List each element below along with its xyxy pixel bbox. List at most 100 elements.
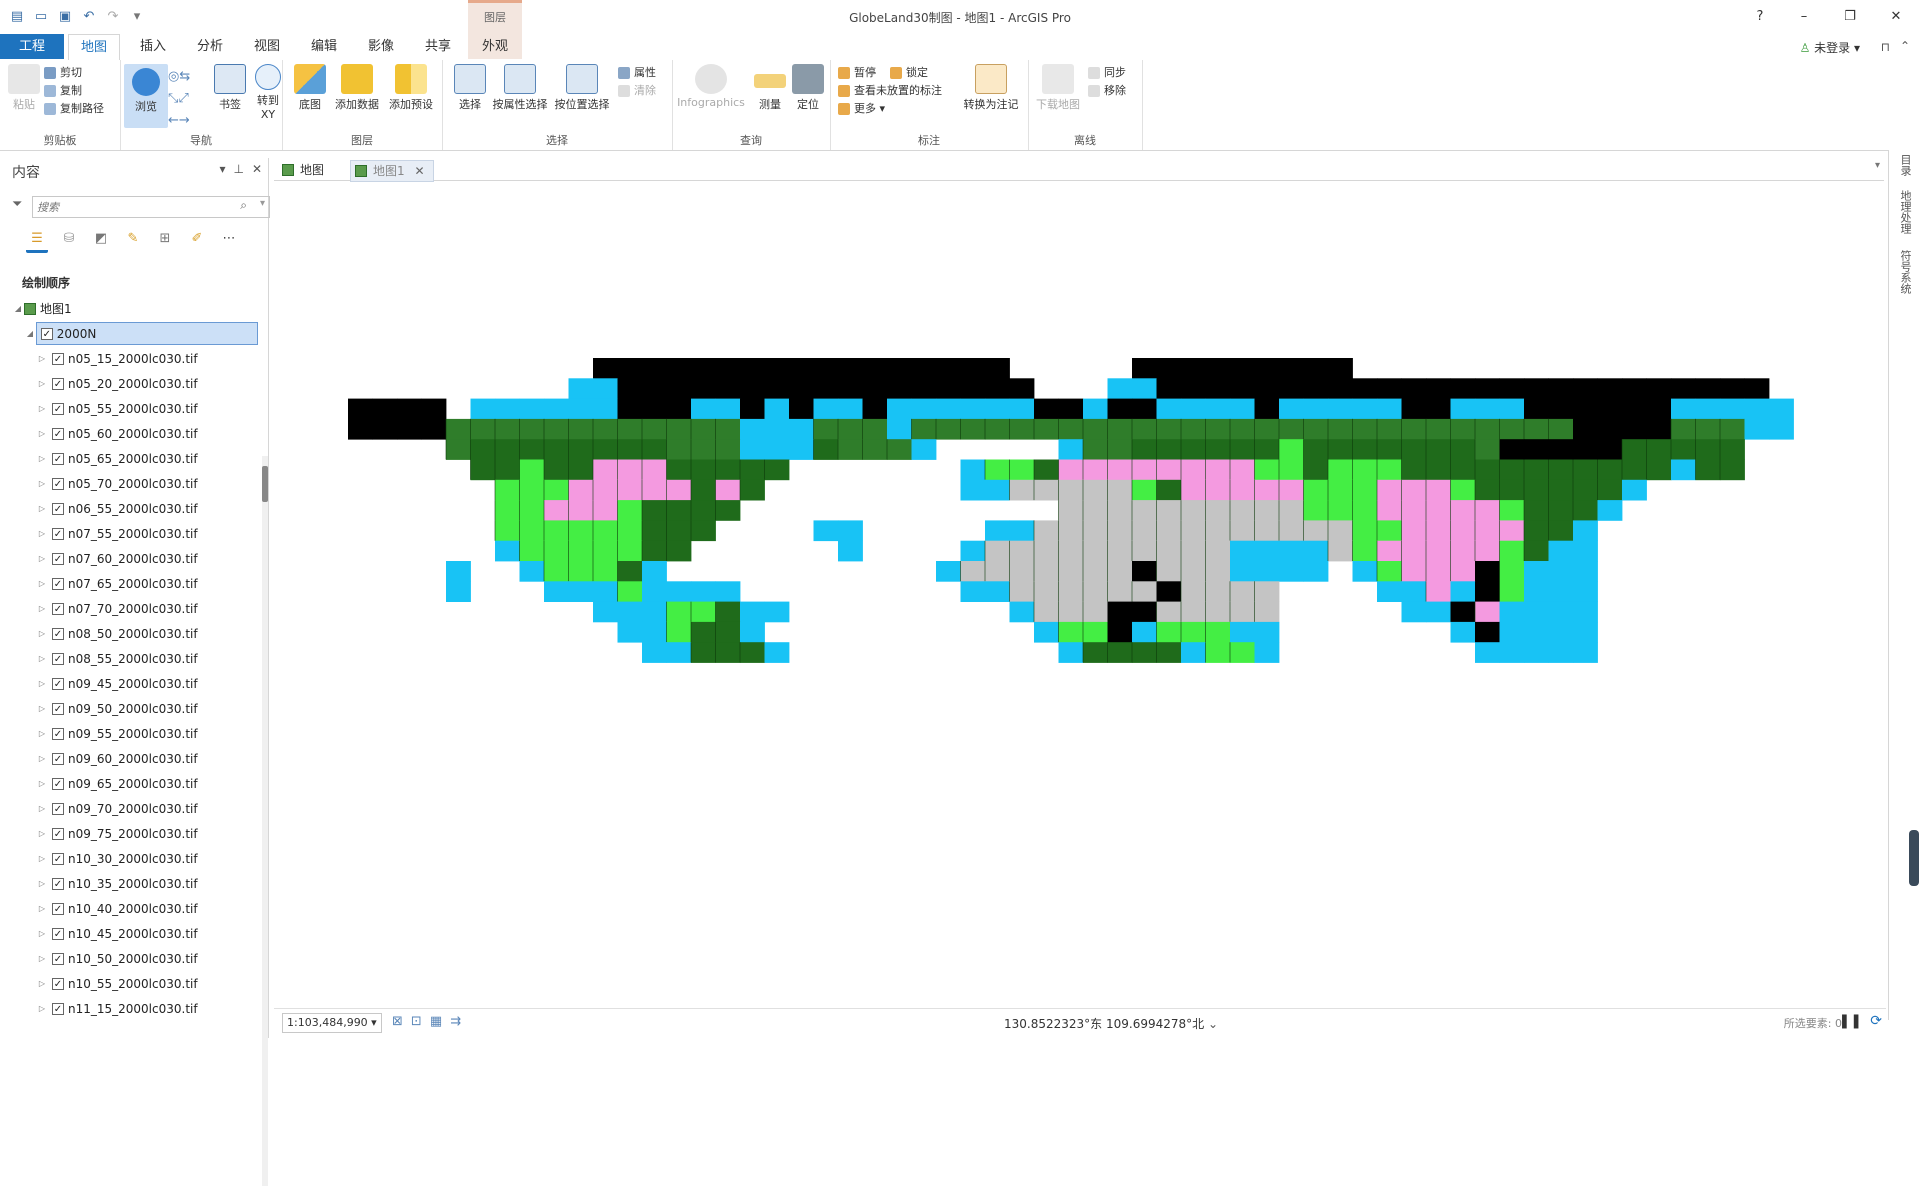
labeling-view-icon[interactable]: ✐ [186,228,208,250]
checkbox[interactable]: ✓ [52,877,64,890]
locate-button[interactable]: 定位 [786,64,830,112]
tab-analysis[interactable]: 分析 [185,34,235,59]
select-by-location-button[interactable]: 按位置选择 [552,64,612,112]
checkbox[interactable]: ✓ [52,677,64,690]
expand-icon[interactable]: ▷ [36,354,48,363]
copy-path-button[interactable]: 复制路径 [44,100,104,118]
checkbox[interactable]: ✓ [52,952,64,965]
checkbox[interactable]: ✓ [52,577,64,590]
tab-list-icon[interactable]: ▾ [1875,160,1880,171]
layer-row[interactable]: ▷ ✓ n08_50_2000lc030.tif [12,621,258,646]
pane-close-icon[interactable]: ✕ [252,162,262,176]
expand-icon[interactable]: ▷ [36,879,48,888]
layer-row[interactable]: ▷ ✓ n05_15_2000lc030.tif [12,346,258,371]
map-tab-map1[interactable]: 地图1 ✕ [350,160,434,182]
clear-selection-button[interactable]: 清除 [618,82,656,100]
paste-button[interactable]: 粘贴 [2,64,46,112]
map-canvas[interactable] [278,182,1886,1010]
refresh-icon[interactable]: ⟳ [1870,1013,1882,1029]
expand-icon[interactable]: ▷ [36,1004,48,1013]
checkbox[interactable]: ✓ [52,427,64,440]
basemap-button[interactable]: 底图 [288,64,332,112]
expand-icon[interactable]: ▷ [36,779,48,788]
sync-button[interactable]: 同步 [1088,64,1126,82]
symbology-panel-tab[interactable]: 符号系统 [1897,250,1913,294]
checkbox[interactable]: ✓ [52,452,64,465]
search-icon[interactable]: ⌕ [240,198,247,213]
expand-icon[interactable]: ▷ [36,654,48,663]
explore-button[interactable]: 浏览 [124,64,168,128]
fixed-zoom-icon[interactable]: ⊠ [392,1014,403,1029]
expand-icon[interactable]: ▷ [36,429,48,438]
expand-icon[interactable]: ▷ [36,404,48,413]
checkbox[interactable]: ✓ [52,852,64,865]
layer-row[interactable]: ▷ ✓ n10_55_2000lc030.tif [12,971,258,996]
layer-row[interactable]: ▷ ✓ n07_65_2000lc030.tif [12,571,258,596]
layer-row[interactable]: ▷ ✓ n09_65_2000lc030.tif [12,771,258,796]
layer-row[interactable]: ▷ ✓ n08_55_2000lc030.tif [12,646,258,671]
select-by-attributes-button[interactable]: 按属性选择 [490,64,550,112]
grid-icon[interactable]: ▦ [430,1014,442,1029]
close-button[interactable]: ✕ [1876,6,1916,28]
checkbox[interactable]: ✓ [52,827,64,840]
layer-row[interactable]: ▷ ✓ n05_60_2000lc030.tif [12,421,258,446]
expand-icon[interactable]: ▷ [36,579,48,588]
checkbox[interactable]: ✓ [52,1002,64,1015]
tab-insert[interactable]: 插入 [128,34,178,59]
tab-imagery[interactable]: 影像 [356,34,406,59]
layer-row[interactable]: ▷ ✓ n09_70_2000lc030.tif [12,796,258,821]
cut-button[interactable]: 剪切 [44,64,104,82]
coordinate-readout[interactable]: 130.8522323°东 109.6994278°北 ⌄ [1004,1015,1218,1032]
pause-drawing-icon[interactable]: ❚❚ [1839,1013,1862,1029]
expand-icon[interactable]: ▷ [36,529,48,538]
checkbox[interactable]: ✓ [52,652,64,665]
user-signin[interactable]: ♙ 未登录 ▾ [1800,39,1860,56]
tab-view[interactable]: 视图 [242,34,292,59]
layer-row[interactable]: ▷ ✓ n10_50_2000lc030.tif [12,946,258,971]
layer-row[interactable]: ▷ ✓ n10_30_2000lc030.tif [12,846,258,871]
expand-icon[interactable]: ▷ [36,729,48,738]
data-source-icon[interactable]: ⛁ [58,228,80,250]
catalog-panel-tab[interactable]: 目录 [1897,154,1913,176]
sync-views-icon[interactable]: ⇉ [450,1014,461,1029]
layer-row[interactable]: ▷ ✓ n07_55_2000lc030.tif [12,521,258,546]
map-tab-map[interactable]: 地图 [278,160,332,180]
layer-row[interactable]: ▷ ✓ n10_45_2000lc030.tif [12,921,258,946]
collapse-icon[interactable]: ◢ [12,304,24,313]
side-handle[interactable] [1909,830,1919,886]
checkbox[interactable]: ✓ [52,402,64,415]
expand-icon[interactable]: ▷ [36,454,48,463]
coordinate-format-icon[interactable]: ⌄ [1208,1017,1218,1031]
selected-features-count[interactable]: 所选要素: 0 [1784,1015,1842,1031]
editing-view-icon[interactable]: ✎ [122,228,144,250]
checkbox[interactable]: ✓ [40,327,53,340]
tab-share[interactable]: 共享 [413,34,463,59]
expand-icon[interactable]: ▷ [36,629,48,638]
layer-row[interactable]: ▷ ✓ n09_55_2000lc030.tif [12,721,258,746]
restore-button[interactable]: ❐ [1830,6,1870,28]
tab-project[interactable]: 工程 [0,34,64,59]
selection-view-icon[interactable]: ◩ [90,228,112,250]
filter-icon[interactable]: ⏷ [12,197,26,213]
remove-button[interactable]: 移除 [1088,82,1126,100]
more-labeling-button[interactable]: 更多 ▾ [838,100,942,118]
expand-icon[interactable]: ▷ [36,679,48,688]
expand-icon[interactable]: ▷ [36,504,48,513]
tree-map-row[interactable]: ◢ 地图1 [12,296,258,321]
tree-group-row[interactable]: ◢ ✓ 2000N [12,321,258,346]
layer-row[interactable]: ▷ ✓ n05_70_2000lc030.tif [12,471,258,496]
checkbox[interactable]: ✓ [52,702,64,715]
layer-row[interactable]: ▷ ✓ n05_55_2000lc030.tif [12,396,258,421]
snapping-view-icon[interactable]: ⊞ [154,228,176,250]
attributes-button[interactable]: 属性 [618,64,656,82]
map-view[interactable] [278,182,1886,1010]
checkbox[interactable]: ✓ [52,802,64,815]
layer-row[interactable]: ▷ ✓ n09_50_2000lc030.tif [12,696,258,721]
pane-pin-icon[interactable]: ⊥ [233,162,243,176]
collapse-icon[interactable]: ◢ [24,329,36,338]
expand-icon[interactable]: ▷ [36,854,48,863]
search-options-icon[interactable]: ▾ [260,198,265,209]
contents-scrollbar[interactable] [262,456,268,1186]
pane-menu-icon[interactable]: ▾ [219,162,225,176]
checkbox[interactable]: ✓ [52,727,64,740]
